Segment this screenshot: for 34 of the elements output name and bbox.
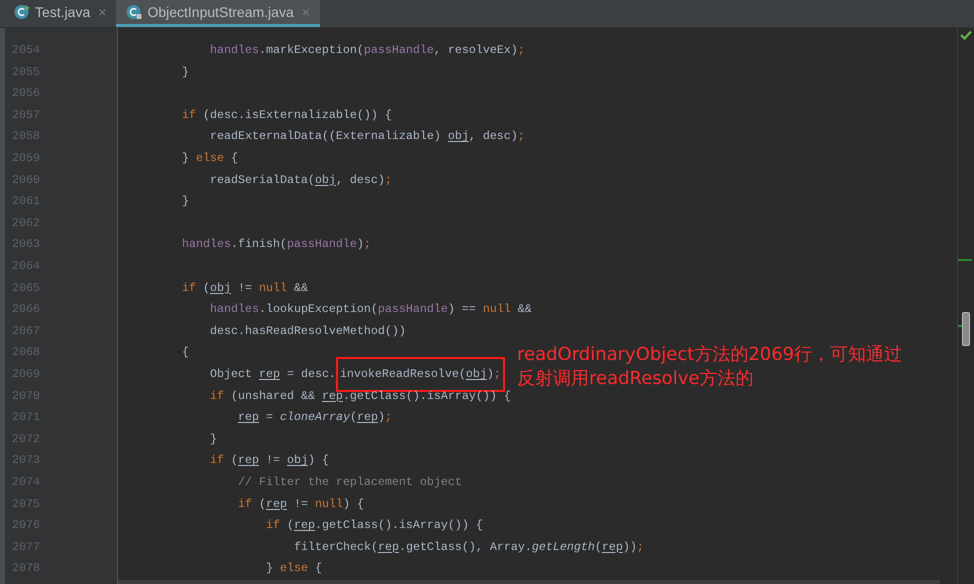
code-line: filterCheck(rep.getClass(), Array.getLength(rep));: [294, 538, 644, 556]
code-line: if (desc.isExternalizable()) {: [182, 106, 392, 124]
check-icon: [960, 30, 972, 40]
code-line: readExternalData((Externalizable) obj, desc);: [210, 128, 525, 146]
editor-tab[interactable]: ObjectInputStream.java ×: [116, 0, 320, 27]
tab-label: ObjectInputStream.java: [147, 2, 294, 22]
code-line: handles.lookupException(passHandle) == null &&: [210, 301, 532, 318]
code-line: if (rep != obj) {: [210, 452, 329, 470]
code-line: }: [182, 64, 189, 81]
editor-tab[interactable]: Test.java ×: [4, 0, 116, 27]
code-line: desc.hasReadResolveMethod()): [210, 322, 406, 340]
code-line: rep = cloneArray(rep);: [238, 409, 392, 426]
annotation-text: 反射调用readResolve方法的: [517, 367, 754, 391]
annotation-text: readOrdinaryObject方法的2069行，可知通过: [517, 343, 902, 367]
change-marker: [958, 325, 962, 327]
code-line: if (rep != null) {: [238, 496, 364, 513]
change-marker: [958, 259, 972, 261]
code-line: if (obj != null &&: [182, 280, 308, 297]
class-lock-icon: [126, 4, 142, 20]
code-line: handles.markException(passHandle, resolveEx);: [210, 42, 525, 60]
code-line: } else {: [182, 150, 238, 168]
code-line: // Filter the replacement object: [238, 474, 462, 491]
class-run-icon: [14, 4, 30, 20]
code-line: handles.finish(passHandle);: [182, 236, 371, 254]
code-line: {: [182, 344, 189, 362]
code-line: Object rep = desc.: [210, 366, 336, 383]
code-line: }: [210, 430, 217, 448]
code-line: }: [182, 193, 189, 210]
code-line: } else {: [266, 560, 322, 578]
code-line: if (rep.getClass().isArray()) {: [266, 517, 483, 534]
scrollbar-thumb[interactable]: [962, 312, 970, 346]
code-line: readSerialData(obj, desc);: [210, 172, 392, 189]
tab-label: Test.java: [35, 2, 90, 22]
close-icon[interactable]: ×: [98, 2, 106, 22]
